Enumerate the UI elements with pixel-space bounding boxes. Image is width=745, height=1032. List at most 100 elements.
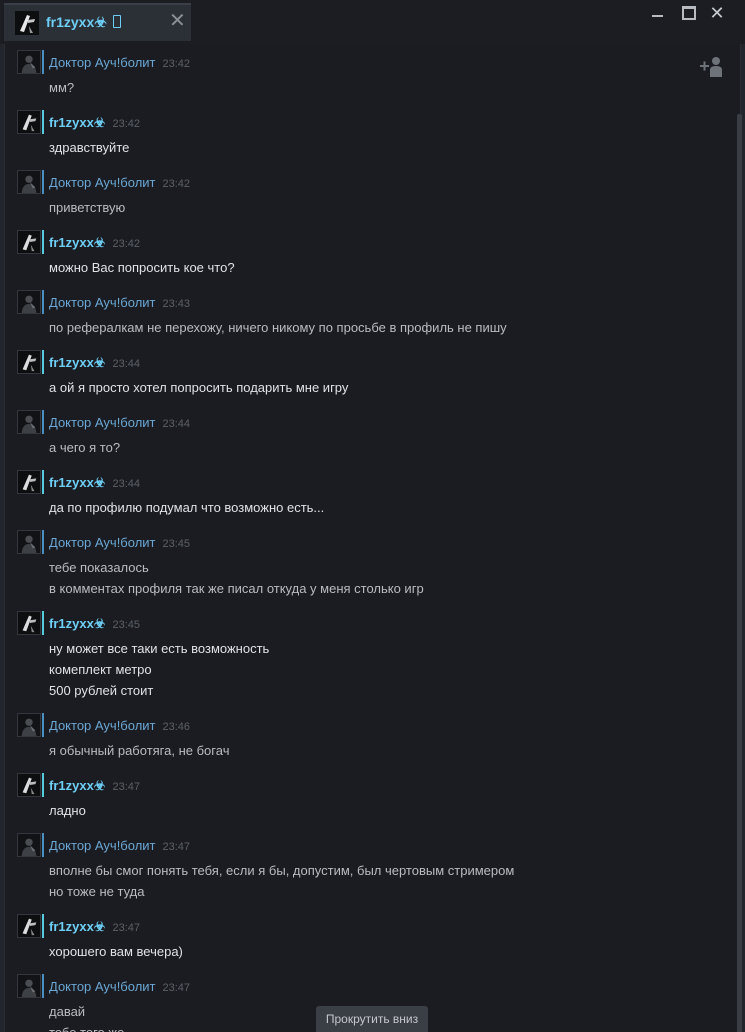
sender-name[interactable]: fr1zyxx☣ <box>49 778 105 793</box>
chat-tab[interactable]: fr1zyxx☣ ✕ <box>4 3 191 41</box>
status-bar <box>42 470 44 494</box>
avatar[interactable] <box>17 110 41 134</box>
avatar <box>15 11 39 35</box>
avatar[interactable] <box>17 350 41 374</box>
sender-name[interactable]: fr1zyxx☣ <box>49 235 105 250</box>
message-body: мм? <box>49 77 74 98</box>
sender-name[interactable]: Доктор Ауч!болит <box>49 979 156 994</box>
message-header: fr1zyxx☣ 23:44 <box>49 475 140 491</box>
sender-name[interactable]: Доктор Ауч!болит <box>49 175 156 190</box>
status-bar <box>42 611 44 635</box>
status-bar <box>42 974 44 998</box>
message-body: а чего я то? <box>49 437 120 458</box>
message-timestamp: 23:44 <box>112 478 140 490</box>
avatar[interactable] <box>17 974 41 998</box>
maximize-icon[interactable] <box>678 3 700 23</box>
message-body: вполне бы смог понять тебя, если я бы, д… <box>49 860 514 902</box>
sender-name[interactable]: fr1zyxx☣ <box>49 475 105 490</box>
message-header: fr1zyxx☣ 23:45 <box>49 616 140 632</box>
sender-name[interactable]: Доктор Ауч!болит <box>49 415 156 430</box>
message-body: приветствую <box>49 197 125 218</box>
message-timestamp: 23:47 <box>112 781 140 793</box>
message-line: но тоже не туда <box>49 884 145 899</box>
message-timestamp: 23:44 <box>112 358 140 370</box>
avatar[interactable] <box>17 170 41 194</box>
avatar[interactable] <box>17 50 41 74</box>
status-bar <box>42 530 44 554</box>
scrollbar[interactable] <box>737 114 742 1032</box>
message-body: хорошего вам вечера) <box>49 941 183 962</box>
mobile-icon <box>113 15 121 28</box>
message-timestamp: 23:44 <box>162 418 191 430</box>
sender-name[interactable]: Доктор Ауч!болит <box>49 295 156 310</box>
message-header: fr1zyxx☣ 23:42 <box>49 235 140 251</box>
scroll-down-button[interactable]: Прокрутить вниз <box>316 1006 428 1032</box>
message-line: в комментах профиля так же писал откуда … <box>49 581 424 596</box>
message-line: я обычный работяга, не богач <box>49 743 230 758</box>
sender-name[interactable]: fr1zyxx☣ <box>49 115 105 130</box>
avatar[interactable] <box>17 290 41 314</box>
status-bar <box>42 410 44 434</box>
message-header: Доктор Ауч!болит 23:42 <box>49 175 190 190</box>
status-bar <box>42 773 44 797</box>
chat-window: fr1zyxx☣ ✕ ✕ Доктор Ауч!болит 23:42 мм? fr1… <box>0 0 745 1032</box>
message-line: тебе показалось <box>49 560 149 575</box>
message-line: мм? <box>49 80 75 95</box>
message-line: по рефералкам не перехожу, ничего никому… <box>49 320 507 335</box>
message-body: здравствуйте <box>49 137 129 158</box>
sender-name[interactable]: fr1zyxx☣ <box>49 919 105 934</box>
message-timestamp: 23:47 <box>162 982 191 994</box>
avatar[interactable] <box>17 833 41 857</box>
message-line: тебе того же <box>49 1022 124 1032</box>
close-tab-icon[interactable]: ✕ <box>169 11 186 31</box>
avatar[interactable] <box>17 713 41 737</box>
sender-name[interactable]: Доктор Ауч!болит <box>49 55 156 70</box>
message-timestamp: 23:47 <box>112 922 140 934</box>
status-bar <box>42 230 44 254</box>
avatar[interactable] <box>17 530 41 554</box>
avatar[interactable] <box>17 230 41 254</box>
sender-name[interactable]: Доктор Ауч!болит <box>49 535 156 550</box>
chat-log: Доктор Ауч!болит 23:42 мм? fr1zyxx☣ 23:42 здр… <box>4 44 742 1032</box>
message-line: комеплект метро <box>49 662 152 677</box>
message-line: хорошего вам вечера) <box>49 944 183 959</box>
close-window-icon[interactable]: ✕ <box>706 3 728 23</box>
message-header: fr1zyxx☣ 23:44 <box>49 355 140 371</box>
message-header: Доктор Ауч!болит 23:47 <box>49 979 190 994</box>
status-bar <box>42 110 44 134</box>
avatar[interactable] <box>17 470 41 494</box>
avatar[interactable] <box>17 611 41 635</box>
message-timestamp: 23:42 <box>162 178 191 190</box>
message-timestamp: 23:45 <box>162 538 191 550</box>
status-bar <box>42 290 44 314</box>
avatar[interactable] <box>17 773 41 797</box>
sender-name[interactable]: fr1zyxx☣ <box>49 616 105 631</box>
sender-name[interactable]: fr1zyxx☣ <box>49 355 105 370</box>
message-line: можно Вас попросить кое что? <box>49 260 235 275</box>
message-line: давай <box>49 1004 86 1019</box>
sender-name[interactable]: Доктор Ауч!болит <box>49 838 156 853</box>
status-bar <box>42 833 44 857</box>
sender-name[interactable]: Доктор Ауч!болит <box>49 718 156 733</box>
message-header: Доктор Ауч!болит 23:43 <box>49 295 190 310</box>
message-line: приветствую <box>49 200 126 215</box>
status-bar <box>42 350 44 374</box>
message-line: ладно <box>49 803 86 818</box>
message-header: fr1zyxx☣ 23:42 <box>49 115 140 131</box>
add-user-icon[interactable] <box>699 56 725 78</box>
message-line: 500 рублей стоит <box>49 683 154 698</box>
message-line: а чего я то? <box>49 440 121 455</box>
message-body: да по профилю подумал что возможно есть.… <box>49 497 324 518</box>
message-line: ну может все таки есть возможность <box>49 641 270 656</box>
avatar[interactable] <box>17 914 41 938</box>
minimize-icon[interactable] <box>647 3 669 23</box>
tab-title: fr1zyxx☣ <box>46 14 107 30</box>
avatar[interactable] <box>17 410 41 434</box>
message-body: по рефералкам не перехожу, ничего никому… <box>49 317 507 338</box>
message-header: Доктор Ауч!болит 23:44 <box>49 415 190 430</box>
message-timestamp: 23:45 <box>112 619 140 631</box>
status-bar <box>42 170 44 194</box>
message-timestamp: 23:42 <box>162 58 191 70</box>
message-body: а ой я просто хотел попросить подарить м… <box>49 377 348 398</box>
message-line: вполне бы смог понять тебя, если я бы, д… <box>49 863 515 878</box>
